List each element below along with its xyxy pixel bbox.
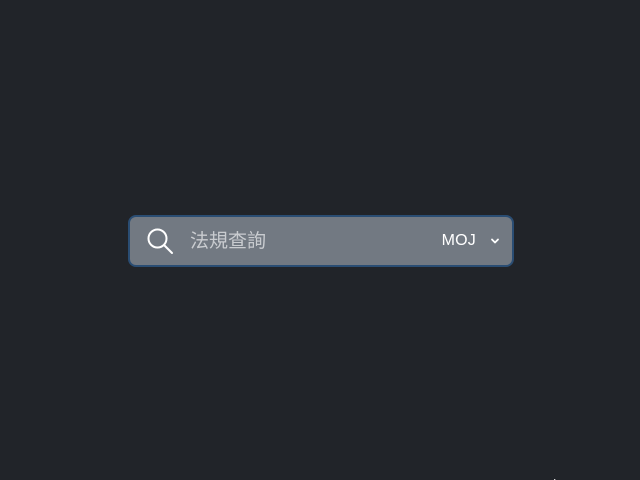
search-bar: MOJ xyxy=(128,215,514,267)
chevron-down-icon xyxy=(490,236,500,246)
search-icon[interactable] xyxy=(146,227,174,255)
page: MOJ xyxy=(0,0,640,480)
source-selected-label: MOJ xyxy=(441,232,476,249)
search-input[interactable] xyxy=(190,217,442,265)
source-dropdown[interactable]: MOJ xyxy=(442,232,500,250)
mouse-cursor-icon xyxy=(554,474,564,480)
